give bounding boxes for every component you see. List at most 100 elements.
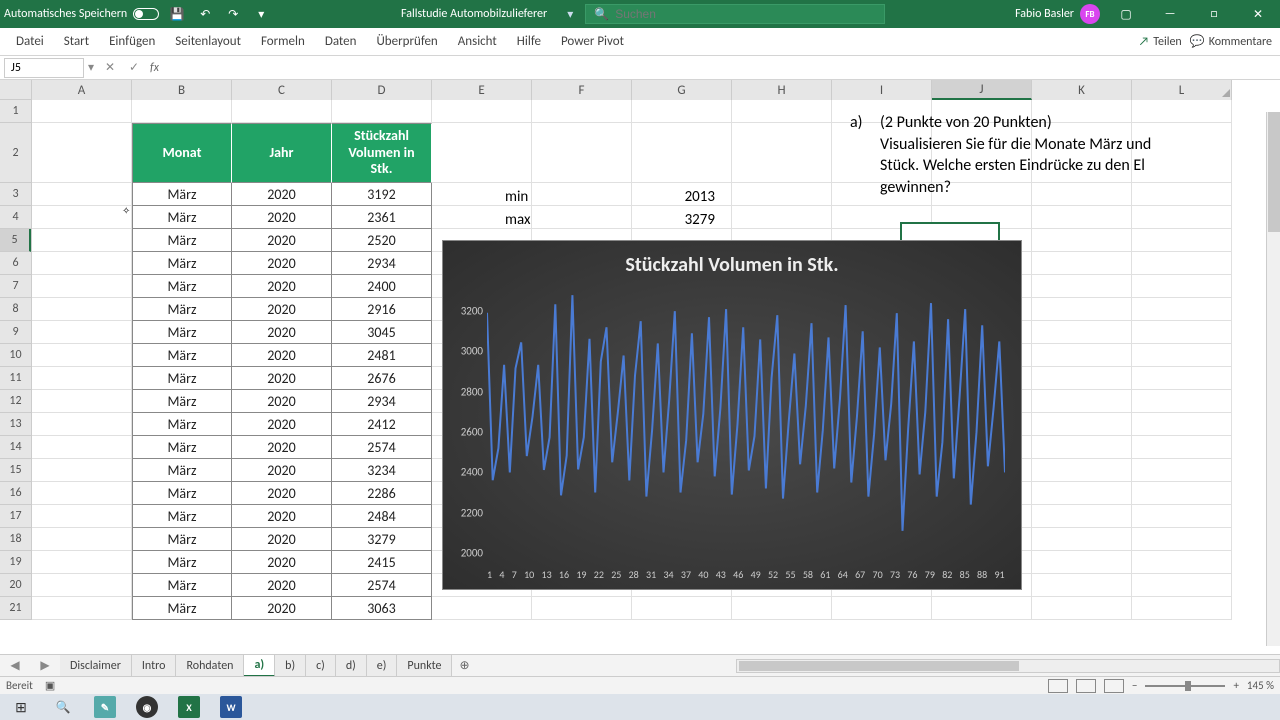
cell[interactable] [632,597,732,620]
cell[interactable]: März [132,321,232,344]
cell[interactable]: März [132,367,232,390]
cell[interactable]: 2020 [232,367,332,390]
cell[interactable] [32,183,132,206]
cell[interactable] [1032,597,1132,620]
cell[interactable]: März [132,229,232,252]
sheet-tab[interactable]: Intro [132,655,177,677]
row-header[interactable]: 17 [0,505,31,528]
cell[interactable]: März [132,413,232,436]
col-header[interactable]: K [1032,80,1132,100]
cell[interactable]: 2020 [232,390,332,413]
zoom-slider[interactable] [1145,685,1225,687]
cell[interactable]: 2574 [332,574,432,597]
cell[interactable] [32,551,132,574]
row-header[interactable]: 1 [0,100,31,123]
spreadsheet-grid[interactable]: A B C D E F G H I J K L 1234567891011121… [0,80,1280,636]
cell[interactable]: 2020 [232,505,332,528]
cell[interactable] [1132,344,1232,367]
cell[interactable] [232,100,332,123]
cell[interactable] [1032,275,1132,298]
row-header[interactable]: 20 [0,574,31,597]
cell[interactable] [932,206,1032,229]
cell[interactable] [1132,551,1232,574]
cell[interactable]: 2400 [332,275,432,298]
cell[interactable]: 2934 [332,252,432,275]
cell[interactable] [32,100,132,123]
select-all-button[interactable] [0,80,32,100]
name-box[interactable]: J5 [4,58,84,78]
cell[interactable]: März [132,551,232,574]
cell[interactable]: 2676 [332,367,432,390]
search-box[interactable]: 🔍 [585,4,885,24]
horizontal-scrollbar[interactable] [736,659,1280,673]
col-header[interactable]: I [832,80,932,100]
col-header[interactable]: C [232,80,332,100]
row-header[interactable]: 16 [0,482,31,505]
formula-input[interactable] [163,58,1280,78]
cell[interactable]: 3234 [332,459,432,482]
enter-icon[interactable]: ✓ [122,60,146,75]
col-header[interactable]: L [1132,80,1232,100]
sheet-nav[interactable]: ◀▶ [0,658,60,673]
cell[interactable]: 2020 [232,528,332,551]
col-header[interactable]: D [332,80,432,100]
tab-datei[interactable]: Datei [6,28,54,56]
row-header[interactable]: 6 [0,252,31,275]
page-layout-button[interactable] [1076,679,1096,693]
ribbon-display-icon[interactable]: ▢ [1108,0,1144,28]
col-header[interactable]: B [132,80,232,100]
cell[interactable] [1132,367,1232,390]
cell[interactable] [1032,482,1132,505]
cell[interactable] [632,100,732,123]
cell[interactable]: 2020 [232,298,332,321]
task-excel[interactable]: X [170,694,208,720]
cell[interactable] [432,100,532,123]
cell[interactable] [32,482,132,505]
cell[interactable] [1132,321,1232,344]
row-header[interactable]: 2 [0,123,31,183]
row-header[interactable]: 4 [0,206,31,229]
cell[interactable] [1032,298,1132,321]
cell[interactable]: März [132,183,232,206]
cell[interactable] [32,123,132,183]
share-button[interactable]: Teilen [1139,34,1182,49]
row-header[interactable]: 9 [0,321,31,344]
sheet-tab[interactable]: c) [306,655,336,677]
row-header[interactable]: 5 [0,229,31,252]
cell[interactable] [32,390,132,413]
cell[interactable] [32,229,132,252]
autosave-toggle[interactable]: Automatisches Speichern [4,7,159,21]
search-input[interactable] [615,7,876,21]
cell[interactable]: Jahr [232,123,332,183]
cell[interactable] [1032,206,1132,229]
tab-hilfe[interactable]: Hilfe [507,28,551,56]
cell[interactable]: 2481 [332,344,432,367]
cell[interactable]: 2415 [332,551,432,574]
col-header[interactable]: J [932,80,1032,100]
cell[interactable]: März [132,482,232,505]
cell[interactable] [32,275,132,298]
quick-access-icon[interactable]: ▾ [251,4,271,24]
start-button[interactable]: ⊞ [2,694,40,720]
maximize-button[interactable]: □ [1196,0,1232,28]
cell[interactable] [1032,413,1132,436]
tab-formeln[interactable]: Formeln [251,28,315,56]
new-sheet-button[interactable]: ⊕ [452,658,476,673]
cell[interactable]: 2020 [232,459,332,482]
row-header[interactable]: 7 [0,275,31,298]
cell[interactable] [32,252,132,275]
cancel-icon[interactable]: ✕ [98,60,122,75]
cell[interactable] [732,183,832,206]
user-account[interactable]: Fabio Basler FB [1015,4,1100,24]
cell[interactable] [1032,528,1132,551]
search-button[interactable]: 🔍 [44,694,82,720]
cell[interactable] [1132,436,1232,459]
cell[interactable] [1132,390,1232,413]
row-header[interactable]: 13 [0,413,31,436]
cell[interactable]: März [132,275,232,298]
save-icon[interactable]: 💾 [167,4,187,24]
cell[interactable] [32,597,132,620]
cell[interactable] [632,123,732,183]
cell[interactable]: Monat [132,123,232,183]
row-header[interactable]: 18 [0,528,31,551]
